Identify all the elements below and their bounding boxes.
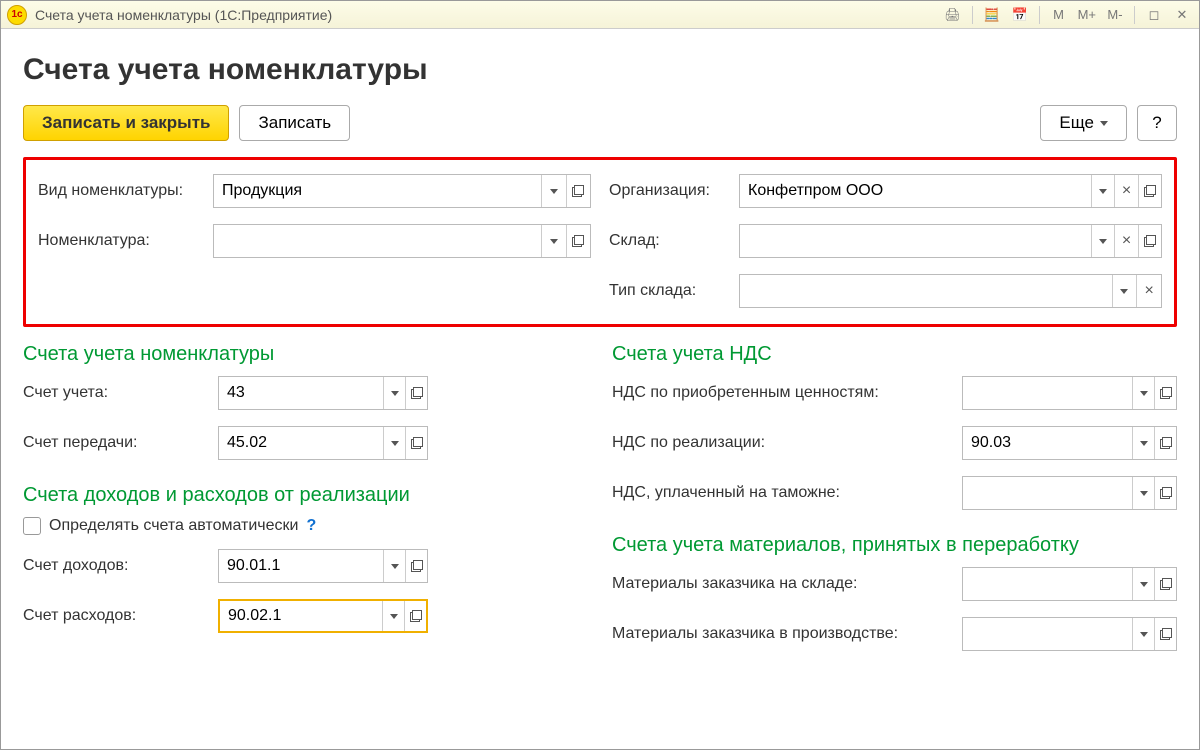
window: 1c Счета учета номенклатуры (1С:Предприя…: [0, 0, 1200, 750]
open-icon[interactable]: [404, 601, 426, 631]
dropdown-icon[interactable]: [541, 175, 565, 207]
nds-tamozh-field[interactable]: [963, 477, 1132, 509]
open-icon[interactable]: [1154, 427, 1176, 459]
schet-rashodov-input[interactable]: [218, 599, 428, 633]
dropdown-icon[interactable]: [1112, 275, 1137, 307]
tip-sklada-field[interactable]: [740, 275, 1112, 307]
more-button[interactable]: Еще: [1040, 105, 1127, 141]
calendar-icon[interactable]: 📅: [1009, 5, 1031, 25]
nds-tamozh-input[interactable]: [962, 476, 1177, 510]
auto-accounts-label: Определять счета автоматически: [49, 517, 298, 535]
open-icon[interactable]: [566, 175, 590, 207]
save-and-close-button[interactable]: Записать и закрыть: [23, 105, 229, 141]
memory-mminus-button[interactable]: M-: [1104, 5, 1126, 25]
schet-rashodov-field[interactable]: [220, 601, 382, 631]
schet-peredachi-label: Счет передачи:: [23, 434, 218, 452]
print-icon[interactable]: 🖨: [942, 5, 964, 25]
dropdown-icon[interactable]: [1091, 175, 1114, 207]
mat-proizv-label: Материалы заказчика в производстве:: [612, 625, 962, 643]
auto-accounts-checkbox[interactable]: [23, 517, 41, 535]
section-dohod-title: Счета доходов и расходов от реализации: [23, 484, 582, 507]
nds-priobr-field[interactable]: [963, 377, 1132, 409]
section-nds-title: Счета учета НДС: [612, 343, 1177, 366]
sklad-field[interactable]: [740, 225, 1091, 257]
open-icon[interactable]: [405, 377, 427, 409]
nomenklatura-input[interactable]: [213, 224, 591, 258]
open-icon[interactable]: [1154, 568, 1176, 600]
nds-real-label: НДС по реализации:: [612, 434, 962, 452]
help-button[interactable]: ?: [1137, 105, 1177, 141]
schet-dohodov-field[interactable]: [219, 550, 383, 582]
clear-icon[interactable]: [1114, 225, 1137, 257]
clear-icon[interactable]: [1136, 275, 1161, 307]
schet-peredachi-field[interactable]: [219, 427, 383, 459]
memory-mplus-button[interactable]: M+: [1076, 5, 1098, 25]
schet-peredachi-input[interactable]: [218, 426, 428, 460]
dropdown-icon[interactable]: [1132, 477, 1154, 509]
schet-dohodov-input[interactable]: [218, 549, 428, 583]
nds-tamozh-label: НДС, уплаченный на таможне:: [612, 484, 962, 502]
schet-ucheta-field[interactable]: [219, 377, 383, 409]
dropdown-icon[interactable]: [1132, 427, 1154, 459]
dropdown-icon[interactable]: [383, 550, 405, 582]
nds-real-field[interactable]: [963, 427, 1132, 459]
open-icon[interactable]: [405, 550, 427, 582]
dropdown-icon[interactable]: [1132, 377, 1154, 409]
vid-nomenklatury-field[interactable]: [214, 175, 541, 207]
nds-priobr-input[interactable]: [962, 376, 1177, 410]
schet-dohodov-label: Счет доходов:: [23, 557, 218, 575]
tip-sklada-input[interactable]: [739, 274, 1162, 308]
page-title: Счета учета номенклатуры: [23, 53, 1177, 87]
memory-m-button[interactable]: M: [1048, 5, 1070, 25]
open-icon[interactable]: [1138, 225, 1161, 257]
open-icon[interactable]: [566, 225, 590, 257]
dropdown-icon[interactable]: [383, 427, 405, 459]
dropdown-icon[interactable]: [1132, 568, 1154, 600]
vid-nomenklatury-label: Вид номенклатуры:: [38, 182, 213, 200]
titlebar: 1c Счета учета номенклатуры (1С:Предприя…: [1, 1, 1199, 29]
calculator-icon[interactable]: 🧮: [981, 5, 1003, 25]
help-icon[interactable]: ?: [306, 517, 316, 535]
vid-nomenklatury-input[interactable]: [213, 174, 591, 208]
schet-ucheta-label: Счет учета:: [23, 384, 218, 402]
open-icon[interactable]: [405, 427, 427, 459]
filter-panel: Вид номенклатуры: Номенклатура:: [23, 157, 1177, 327]
mat-sklad-input[interactable]: [962, 567, 1177, 601]
sklad-label: Склад:: [609, 232, 739, 250]
organizaciya-input[interactable]: [739, 174, 1162, 208]
schet-rashodov-label: Счет расходов:: [23, 607, 218, 625]
clear-icon[interactable]: [1114, 175, 1137, 207]
dropdown-icon[interactable]: [1091, 225, 1114, 257]
dropdown-icon[interactable]: [541, 225, 565, 257]
open-icon[interactable]: [1154, 618, 1176, 650]
dropdown-icon[interactable]: [383, 377, 405, 409]
open-icon[interactable]: [1138, 175, 1161, 207]
sklad-input[interactable]: [739, 224, 1162, 258]
maximize-icon[interactable]: ◻: [1143, 5, 1165, 25]
save-button[interactable]: Записать: [239, 105, 350, 141]
nomenklatura-label: Номенклатура:: [38, 232, 213, 250]
app-logo-icon: 1c: [7, 5, 27, 25]
window-title: Счета учета номенклатуры (1С:Предприятие…: [35, 7, 942, 23]
nomenklatura-field[interactable]: [214, 225, 541, 257]
open-icon[interactable]: [1154, 377, 1176, 409]
schet-ucheta-input[interactable]: [218, 376, 428, 410]
section-nomenklatura-title: Счета учета номенклатуры: [23, 343, 582, 366]
organizaciya-label: Организация:: [609, 182, 739, 200]
dropdown-icon[interactable]: [1132, 618, 1154, 650]
mat-sklad-field[interactable]: [963, 568, 1132, 600]
section-materials-title: Счета учета материалов, принятых в перер…: [612, 534, 1177, 557]
close-icon[interactable]: ✕: [1171, 5, 1193, 25]
nds-priobr-label: НДС по приобретенным ценностям:: [612, 384, 962, 402]
open-icon[interactable]: [1154, 477, 1176, 509]
toolbar: Записать и закрыть Записать Еще ?: [23, 105, 1177, 141]
mat-proizv-field[interactable]: [963, 618, 1132, 650]
mat-proizv-input[interactable]: [962, 617, 1177, 651]
dropdown-icon[interactable]: [382, 601, 404, 631]
mat-sklad-label: Материалы заказчика на складе:: [612, 575, 962, 593]
tip-sklada-label: Тип склада:: [609, 282, 739, 300]
nds-real-input[interactable]: [962, 426, 1177, 460]
organizaciya-field[interactable]: [740, 175, 1091, 207]
